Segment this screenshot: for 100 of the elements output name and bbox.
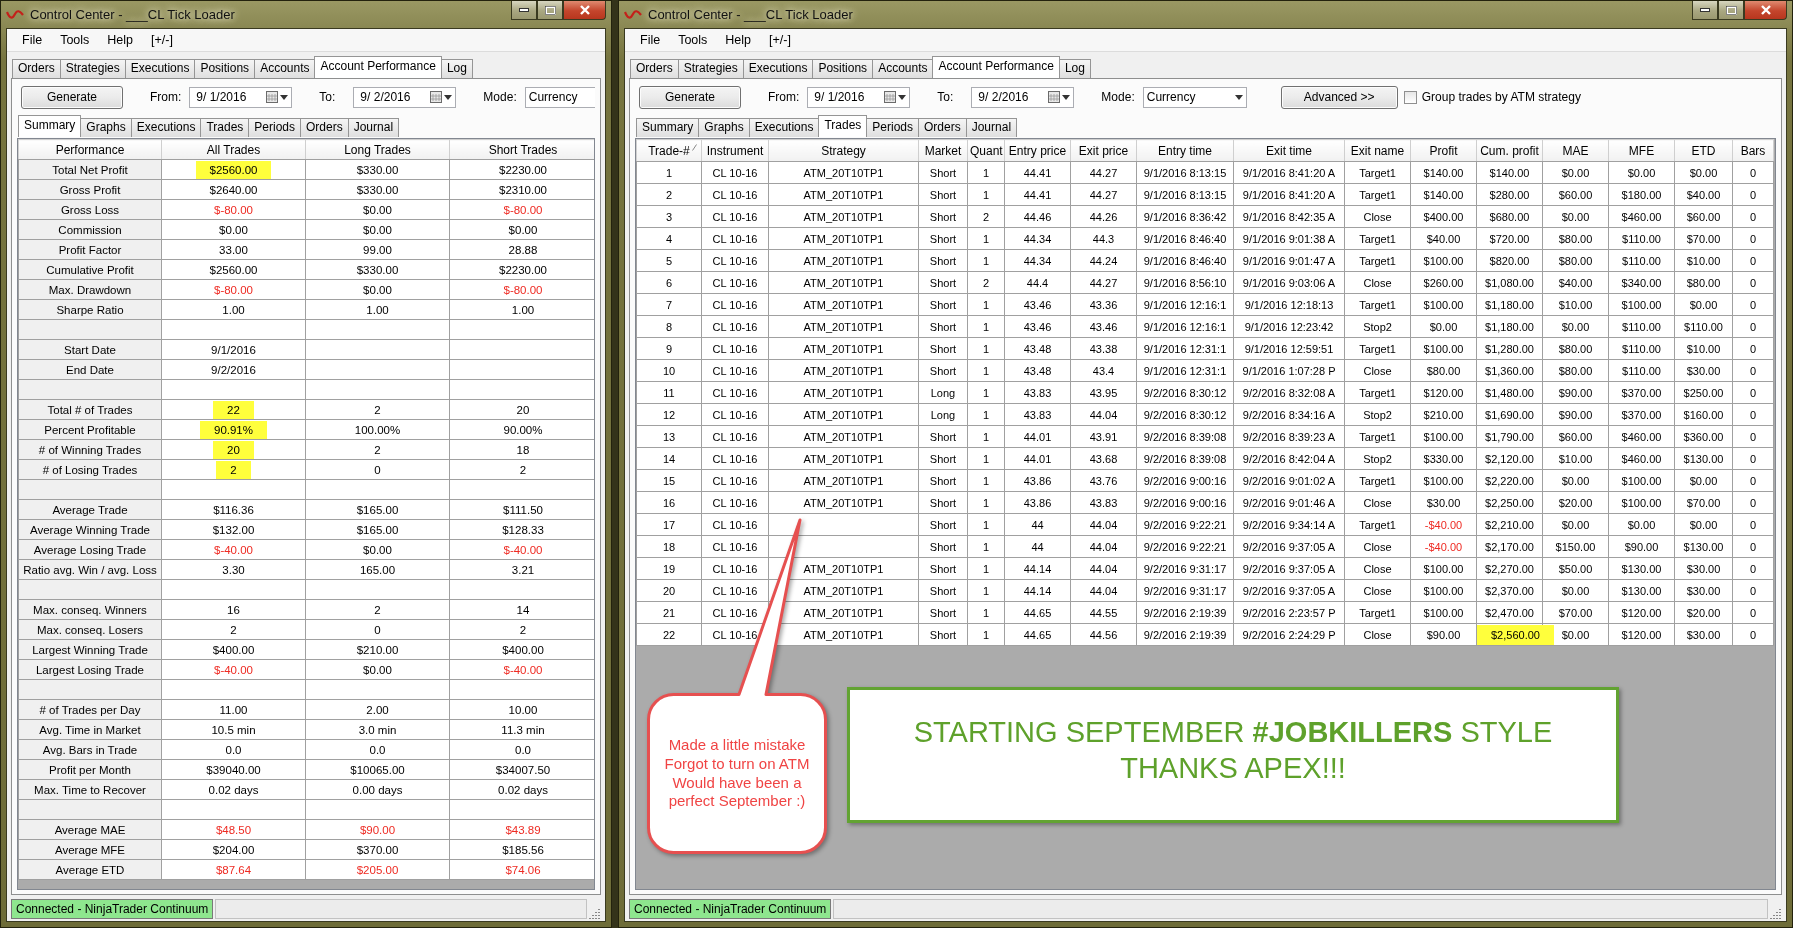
menu-item[interactable]: Tools	[669, 33, 717, 47]
close-button[interactable]	[1744, 1, 1787, 20]
menu-item[interactable]: File	[13, 33, 52, 47]
status-text: Connected - NinjaTrader Continuum	[11, 899, 214, 919]
tab[interactable]: Journal	[965, 118, 1018, 137]
column-header[interactable]: MAE	[1542, 139, 1609, 162]
swirl-icon	[624, 8, 642, 21]
tab[interactable]: Strategies	[59, 59, 126, 78]
table-cell: 22	[213, 400, 254, 419]
mode-label: Mode:	[483, 90, 517, 104]
column-header[interactable]: Bars	[1732, 139, 1774, 162]
tab[interactable]: Orders	[918, 118, 967, 137]
column-header[interactable]: Strategy	[768, 139, 919, 162]
checkbox[interactable]	[1403, 90, 1417, 104]
tab[interactable]: Account Performance	[314, 56, 442, 78]
tab[interactable]: Summary	[636, 118, 700, 137]
row-label: Gross Profit	[18, 179, 162, 200]
tab[interactable]: Accounts	[254, 59, 316, 78]
column-header[interactable]: Instrument	[701, 139, 769, 162]
column-header[interactable]: Short Trades	[449, 139, 594, 160]
maximize-button[interactable]	[537, 1, 563, 20]
column-header[interactable]: Entry time	[1136, 139, 1234, 162]
row-label: Average Losing Trade	[18, 539, 162, 560]
table-cell: ATM_20T10TP1	[768, 359, 919, 382]
column-header[interactable]: Performance	[18, 139, 162, 160]
tab[interactable]: Orders	[300, 118, 349, 137]
column-header[interactable]: Cum. profit	[1476, 139, 1543, 162]
table-cell: 15	[636, 469, 702, 492]
menu-item[interactable]: Tools	[51, 33, 99, 47]
column-header[interactable]: Trade-#	[636, 139, 702, 162]
resize-grip-icon	[589, 907, 601, 919]
row-label: Cumulative Profit	[18, 259, 162, 280]
row-label: End Date	[18, 359, 162, 380]
tab[interactable]: Trades	[200, 118, 250, 137]
column-header[interactable]: ETD	[1674, 139, 1733, 162]
row-label: Ratio avg. Win / avg. Loss	[18, 559, 162, 580]
tab[interactable]: Summary	[18, 115, 82, 137]
row-label: Largest Losing Trade	[18, 659, 162, 680]
maximize-button[interactable]	[1718, 1, 1744, 20]
tab[interactable]: Log	[1058, 59, 1091, 78]
menu-item[interactable]: [+/-]	[142, 33, 182, 47]
column-header[interactable]: Exit price	[1070, 139, 1137, 162]
tab[interactable]: Positions	[194, 59, 256, 78]
row-label: Avg. Time in Market	[18, 719, 162, 740]
column-header[interactable]: Profit	[1410, 139, 1477, 162]
date-field[interactable]: 9/ 2/2016	[971, 86, 1075, 108]
table-cell: $2,560.00	[1477, 624, 1554, 645]
table-cell: ATM_20T10TP1	[768, 205, 919, 228]
tab[interactable]: Periods	[866, 118, 919, 137]
column-header[interactable]: Exit time	[1233, 139, 1345, 162]
table-cell: 1	[636, 161, 702, 184]
tab[interactable]: Journal	[347, 118, 400, 137]
table-cell: 10	[636, 359, 702, 382]
mode-dropdown[interactable]: Currency	[524, 86, 595, 108]
tab[interactable]: Executions	[742, 59, 814, 78]
tab[interactable]: Executions	[130, 118, 202, 137]
tab[interactable]: Periods	[248, 118, 301, 137]
tab[interactable]: Positions	[812, 59, 874, 78]
tab[interactable]: Accounts	[872, 59, 934, 78]
tab[interactable]: Executions	[124, 59, 196, 78]
column-header[interactable]: Exit name	[1344, 139, 1411, 162]
tab[interactable]: Graphs	[80, 118, 132, 137]
tab[interactable]: Executions	[748, 118, 820, 137]
tab[interactable]: Orders	[630, 59, 679, 78]
row-label: Max. conseq. Winners	[18, 599, 162, 620]
row-label: Gross Loss	[18, 199, 162, 220]
generate-button[interactable]: Generate	[21, 85, 123, 109]
advanced-button[interactable]: Advanced >>	[1280, 85, 1398, 109]
menu-item[interactable]: [+/-]	[760, 33, 800, 47]
date-field[interactable]: 9/ 1/2016	[189, 86, 293, 108]
menu-item[interactable]: Help	[98, 33, 143, 47]
tab[interactable]: Orders	[12, 59, 61, 78]
column-header[interactable]: All Trades	[161, 139, 306, 160]
column-header[interactable]: Entry price	[1004, 139, 1071, 162]
table-cell: 19	[636, 557, 702, 580]
table-cell: 6	[636, 271, 702, 294]
menu-item[interactable]: Help	[716, 33, 761, 47]
column-header[interactable]: Market	[918, 139, 968, 162]
column-header[interactable]: Long Trades	[305, 139, 450, 160]
tab[interactable]: Graphs	[698, 118, 750, 137]
row-label: Percent Profitable	[18, 419, 162, 440]
menu-item[interactable]: File	[631, 33, 670, 47]
date-field[interactable]: 9/ 1/2016	[807, 86, 911, 108]
minimize-button[interactable]	[1692, 1, 1718, 20]
table-cell: ATM_20T10TP1	[768, 315, 919, 338]
row-label: Average MAE	[18, 819, 162, 840]
tab[interactable]: Account Performance	[932, 56, 1060, 78]
generate-button[interactable]: Generate	[639, 85, 741, 109]
minimize-button[interactable]	[511, 1, 537, 20]
tab[interactable]: Log	[440, 59, 473, 78]
mode-dropdown[interactable]: Currency	[1142, 86, 1247, 108]
row-label: Largest Winning Trade	[18, 639, 162, 660]
tab[interactable]: Strategies	[677, 59, 744, 78]
resize-grip-icon	[1770, 907, 1782, 919]
column-header[interactable]: MFE	[1608, 139, 1675, 162]
close-button[interactable]	[563, 1, 606, 20]
column-header[interactable]: Quant	[967, 139, 1005, 162]
date-field[interactable]: 9/ 2/2016	[353, 86, 457, 108]
row-label: Average Winning Trade	[18, 519, 162, 540]
tab[interactable]: Trades	[818, 115, 868, 137]
